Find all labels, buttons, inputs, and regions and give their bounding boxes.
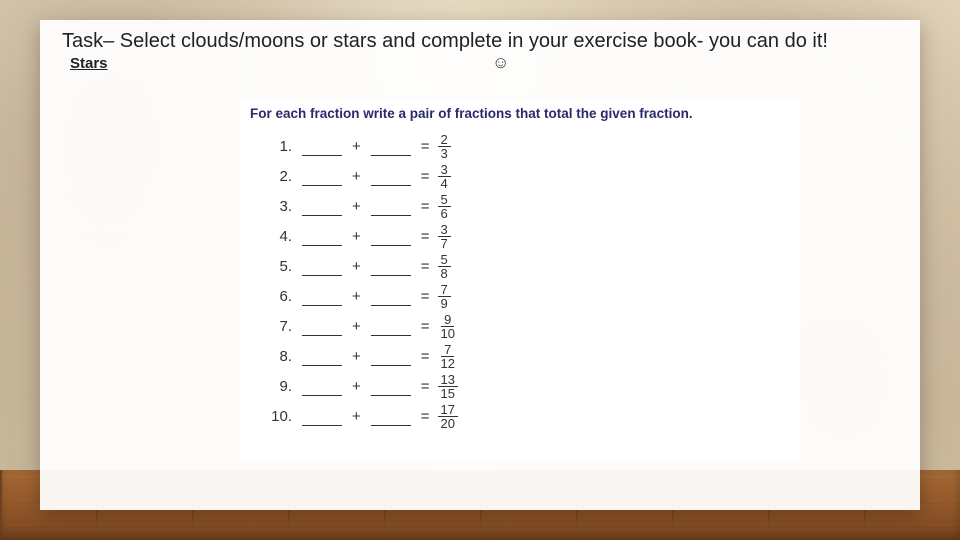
target-fraction: 1315 <box>438 373 458 400</box>
blank-input[interactable] <box>302 321 342 336</box>
row-number: 2. <box>262 168 298 185</box>
plus-sign: + <box>352 378 361 395</box>
row-number: 4. <box>262 228 298 245</box>
blank-input[interactable] <box>302 381 342 396</box>
worksheet-row: 9. + = 1315 <box>262 371 800 401</box>
equals-sign: = <box>421 228 430 245</box>
row-number: 8. <box>262 348 298 365</box>
content-card: Task– Select clouds/moons or stars and c… <box>40 20 920 510</box>
blank-input[interactable] <box>302 201 342 216</box>
equals-sign: = <box>421 318 430 335</box>
worksheet-row: 1. + = 23 <box>262 131 800 161</box>
worksheet-rows: 1. + = 23 2. + = 34 3. + = 56 4. + = 37 5. + = 58 6. + = 79 7. + =… <box>240 131 800 431</box>
blank-input[interactable] <box>302 411 342 426</box>
worksheet-heading: For each fraction write a pair of fracti… <box>240 100 800 131</box>
plus-sign: + <box>352 348 361 365</box>
plus-sign: + <box>352 288 361 305</box>
equals-sign: = <box>421 138 430 155</box>
row-number: 9. <box>262 378 298 395</box>
target-fraction: 910 <box>438 313 458 340</box>
row-number: 5. <box>262 258 298 275</box>
plus-sign: + <box>352 258 361 275</box>
blank-input[interactable] <box>302 171 342 186</box>
blank-input[interactable] <box>302 261 342 276</box>
equals-sign: = <box>421 198 430 215</box>
blank-input[interactable] <box>302 141 342 156</box>
row-number: 1. <box>262 138 298 155</box>
worksheet-row: 2. + = 34 <box>262 161 800 191</box>
blank-input[interactable] <box>371 351 411 366</box>
blank-input[interactable] <box>371 171 411 186</box>
blank-input[interactable] <box>371 381 411 396</box>
equals-sign: = <box>421 378 430 395</box>
target-fraction: 79 <box>438 283 451 310</box>
target-fraction: 56 <box>438 193 451 220</box>
equals-sign: = <box>421 408 430 425</box>
blank-input[interactable] <box>371 291 411 306</box>
target-fraction: 58 <box>438 253 451 280</box>
blank-input[interactable] <box>371 141 411 156</box>
target-fraction: 34 <box>438 163 451 190</box>
target-fraction: 23 <box>438 133 451 160</box>
worksheet-row: 6. + = 79 <box>262 281 800 311</box>
blank-input[interactable] <box>302 231 342 246</box>
row-number: 3. <box>262 198 298 215</box>
plus-sign: + <box>352 138 361 155</box>
smile-icon: ☺ <box>492 53 509 73</box>
blank-input[interactable] <box>371 261 411 276</box>
equals-sign: = <box>421 288 430 305</box>
plus-sign: + <box>352 198 361 215</box>
target-fraction: 712 <box>438 343 458 370</box>
worksheet-row: 4. + = 37 <box>262 221 800 251</box>
worksheet-row: 10. + = 1720 <box>262 401 800 431</box>
row-number: 10. <box>262 408 298 425</box>
blank-input[interactable] <box>302 291 342 306</box>
target-fraction: 1720 <box>438 403 458 430</box>
plus-sign: + <box>352 228 361 245</box>
task-instruction: Task– Select clouds/moons or stars and c… <box>40 20 920 53</box>
equals-sign: = <box>421 348 430 365</box>
row-number: 7. <box>262 318 298 335</box>
row-number: 6. <box>262 288 298 305</box>
plus-sign: + <box>352 408 361 425</box>
plus-sign: + <box>352 318 361 335</box>
worksheet-row: 7. + = 910 <box>262 311 800 341</box>
blank-input[interactable] <box>371 411 411 426</box>
worksheet-row: 3. + = 56 <box>262 191 800 221</box>
worksheet-row: 5. + = 58 <box>262 251 800 281</box>
worksheet: For each fraction write a pair of fracti… <box>240 100 800 460</box>
blank-input[interactable] <box>371 201 411 216</box>
worksheet-row: 8. + = 712 <box>262 341 800 371</box>
blank-input[interactable] <box>371 321 411 336</box>
blank-input[interactable] <box>371 231 411 246</box>
plus-sign: + <box>352 168 361 185</box>
equals-sign: = <box>421 258 430 275</box>
blank-input[interactable] <box>302 351 342 366</box>
level-label: Stars <box>40 55 108 72</box>
equals-sign: = <box>421 168 430 185</box>
target-fraction: 37 <box>438 223 451 250</box>
